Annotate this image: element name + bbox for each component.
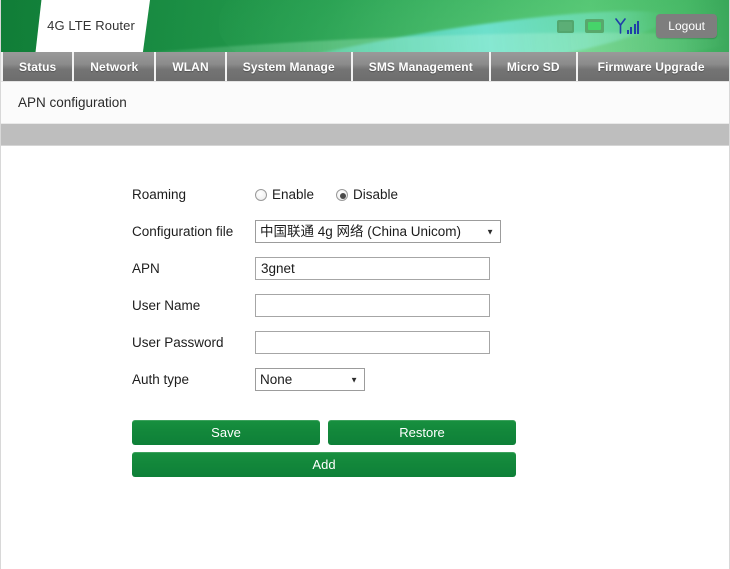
main-navigation: Status Network WLAN System Manage SMS Ma… xyxy=(1,52,729,82)
sim-card-icon xyxy=(584,19,604,33)
apn-configuration-form: Roaming Enable Disable Configuration fil… xyxy=(132,176,729,398)
status-icon-tray: Logout xyxy=(556,0,717,52)
content-area: Roaming Enable Disable Configuration fil… xyxy=(1,146,729,569)
radio-roaming-disable[interactable]: Disable xyxy=(336,187,398,202)
sd-card-icon xyxy=(556,19,574,33)
nav-item-network[interactable]: Network xyxy=(74,52,157,81)
router-admin-page: 4G LTE Router Logout Status Network WLAN… xyxy=(0,0,730,569)
nav-item-micro-sd[interactable]: Micro SD xyxy=(491,52,578,81)
form-row-user-name: User Name xyxy=(132,287,729,324)
label-apn: APN xyxy=(132,261,160,276)
page-title: APN configuration xyxy=(18,95,127,110)
radio-dot-icon xyxy=(336,188,349,201)
form-row-apn: APN xyxy=(132,250,729,287)
label-configuration-file: Configuration file xyxy=(132,224,234,239)
section-divider-bar xyxy=(1,124,729,146)
form-row-auth-type: Auth type None xyxy=(132,361,729,398)
save-button[interactable]: Save xyxy=(132,420,320,445)
logo-title: 4G LTE Router xyxy=(47,17,135,33)
header-banner: 4G LTE Router Logout xyxy=(1,0,729,52)
nav-item-firmware-upgrade[interactable]: Firmware Upgrade xyxy=(578,52,729,81)
nav-item-system-manage[interactable]: System Manage xyxy=(227,52,353,81)
form-row-roaming: Roaming Enable Disable xyxy=(132,176,729,213)
configuration-file-select-wrapper: 中国联通 4g 网络 (China Unicom) xyxy=(255,220,501,243)
auth-type-select[interactable]: None xyxy=(255,368,365,391)
auth-type-select-wrapper: None xyxy=(255,368,365,391)
radio-dot-icon xyxy=(255,188,267,201)
page-title-bar: APN configuration xyxy=(1,82,729,124)
user-name-input[interactable] xyxy=(255,294,490,317)
button-row-primary: Save Restore xyxy=(132,420,729,445)
signal-strength-icon xyxy=(614,18,640,34)
radio-roaming-enable[interactable]: Enable xyxy=(255,187,314,202)
user-password-input[interactable] xyxy=(255,331,490,354)
logout-button[interactable]: Logout xyxy=(656,14,717,38)
configuration-file-select[interactable]: 中国联通 4g 网络 (China Unicom) xyxy=(255,220,501,243)
nav-item-sms-management[interactable]: SMS Management xyxy=(353,52,491,81)
label-roaming: Roaming xyxy=(132,187,187,202)
label-auth-type: Auth type xyxy=(132,372,190,387)
label-user-name: User Name xyxy=(132,298,201,313)
form-row-user-password: User Password xyxy=(132,324,729,361)
roaming-radio-group: Enable Disable xyxy=(255,187,420,202)
logo-tab: 4G LTE Router xyxy=(35,0,150,52)
restore-button[interactable]: Restore xyxy=(328,420,516,445)
form-action-buttons: Save Restore Add xyxy=(132,420,729,477)
add-button[interactable]: Add xyxy=(132,452,516,477)
radio-label-enable: Enable xyxy=(272,187,315,202)
apn-input[interactable] xyxy=(255,257,490,280)
nav-item-wlan[interactable]: WLAN xyxy=(156,52,227,81)
label-user-password: User Password xyxy=(132,335,224,350)
form-row-config-file: Configuration file 中国联通 4g 网络 (China Uni… xyxy=(132,213,729,250)
radio-label-disable: Disable xyxy=(353,187,399,202)
nav-item-status[interactable]: Status xyxy=(1,52,75,81)
